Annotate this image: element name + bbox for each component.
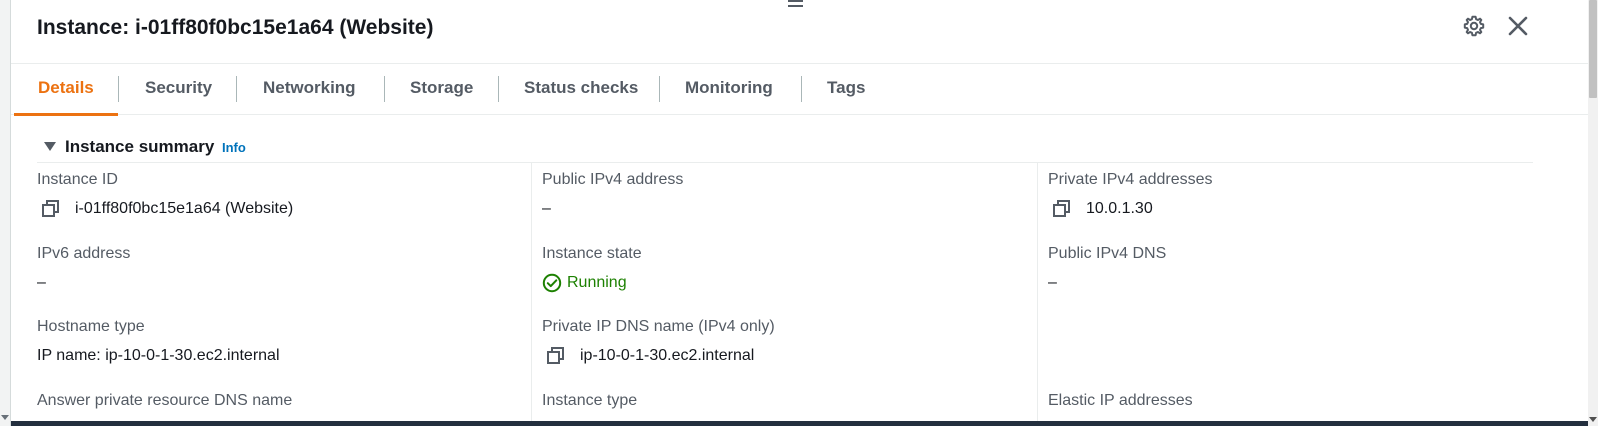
scrollbar-thumb[interactable] <box>1589 0 1597 98</box>
tab-storage[interactable]: Storage <box>410 64 473 115</box>
tab-tags[interactable]: Tags <box>827 64 865 115</box>
tab-divider <box>801 76 802 102</box>
field-value: – <box>37 274 46 291</box>
tab-details[interactable]: Details <box>14 64 118 116</box>
field-value: i-01ff80f0bc15e1a64 (Website) <box>75 200 294 217</box>
tab-monitoring[interactable]: Monitoring <box>685 64 773 115</box>
copy-icon[interactable] <box>546 347 568 365</box>
tab-networking[interactable]: Networking <box>263 64 356 115</box>
check-circle-icon <box>542 273 562 293</box>
field-label: Instance ID <box>37 171 118 188</box>
field-elastic-ip: Elastic IP addresses <box>1048 392 1193 414</box>
left-panel-edge <box>0 0 11 426</box>
column-divider <box>1037 163 1038 421</box>
field-label: Public IPv4 DNS <box>1048 245 1167 262</box>
field-value: ip-10-0-1-30.ec2.internal <box>580 347 755 364</box>
tab-divider <box>384 76 385 102</box>
info-link[interactable]: Info <box>222 140 246 155</box>
scrollbar[interactable] <box>1588 0 1598 426</box>
field-label: Hostname type <box>37 318 145 335</box>
field-answer-private-dns: Answer private resource DNS name <box>37 392 292 414</box>
bottom-bar <box>11 421 1588 426</box>
field-label: Instance state <box>542 245 642 262</box>
field-label: Answer private resource DNS name <box>37 392 293 409</box>
tab-bar: Details Security Networking Storage Stat… <box>11 64 1588 116</box>
scroll-down-icon[interactable] <box>1589 417 1597 422</box>
status-running: Running <box>567 274 627 291</box>
field-public-ipv4: Public IPv4 address – <box>542 171 683 220</box>
tab-status-checks[interactable]: Status checks <box>524 64 638 115</box>
gear-icon[interactable] <box>1462 14 1486 38</box>
field-value: – <box>1048 274 1057 291</box>
field-private-dns-name: Private IP DNS name (IPv4 only) ip-10-0-… <box>542 318 775 367</box>
section-divider <box>37 162 1533 163</box>
close-icon[interactable] <box>1506 14 1530 38</box>
field-value: – <box>542 200 551 217</box>
page-title: Instance: i-01ff80f0bc15e1a64 (Website) <box>37 16 434 39</box>
tab-divider <box>236 76 237 102</box>
field-value: IP name: ip-10-0-1-30.ec2.internal <box>37 347 280 364</box>
field-private-ipv4: Private IPv4 addresses 10.0.1.30 <box>1048 171 1213 220</box>
section-title: Instance summary <box>65 137 215 156</box>
column-divider <box>531 163 532 421</box>
field-label: Private IP DNS name (IPv4 only) <box>542 318 775 335</box>
field-label: IPv6 address <box>37 245 131 262</box>
field-instance-id: Instance ID i-01ff80f0bc15e1a64 (Website… <box>37 171 293 220</box>
field-ipv6-address: IPv6 address – <box>37 245 130 294</box>
field-value: 10.0.1.30 <box>1086 200 1153 217</box>
field-label: Private IPv4 addresses <box>1048 171 1213 188</box>
tab-divider <box>659 76 660 102</box>
field-hostname-type: Hostname type IP name: ip-10-0-1-30.ec2.… <box>37 318 280 367</box>
field-instance-type: Instance type <box>542 392 637 414</box>
field-label: Instance type <box>542 392 638 409</box>
field-instance-state: Instance state Running <box>542 245 642 294</box>
field-label: Elastic IP addresses <box>1048 392 1193 409</box>
field-label: Public IPv4 address <box>542 171 684 188</box>
tab-security[interactable]: Security <box>145 64 212 115</box>
panel-header: Instance: i-01ff80f0bc15e1a64 (Website) <box>11 0 1588 64</box>
copy-icon[interactable] <box>41 200 63 218</box>
tab-divider <box>498 76 499 102</box>
copy-icon[interactable] <box>1052 200 1074 218</box>
tab-divider <box>118 76 119 102</box>
field-public-dns: Public IPv4 DNS – <box>1048 245 1166 294</box>
caret-down-icon[interactable] <box>1 415 9 420</box>
caret-down-icon[interactable] <box>44 142 56 151</box>
